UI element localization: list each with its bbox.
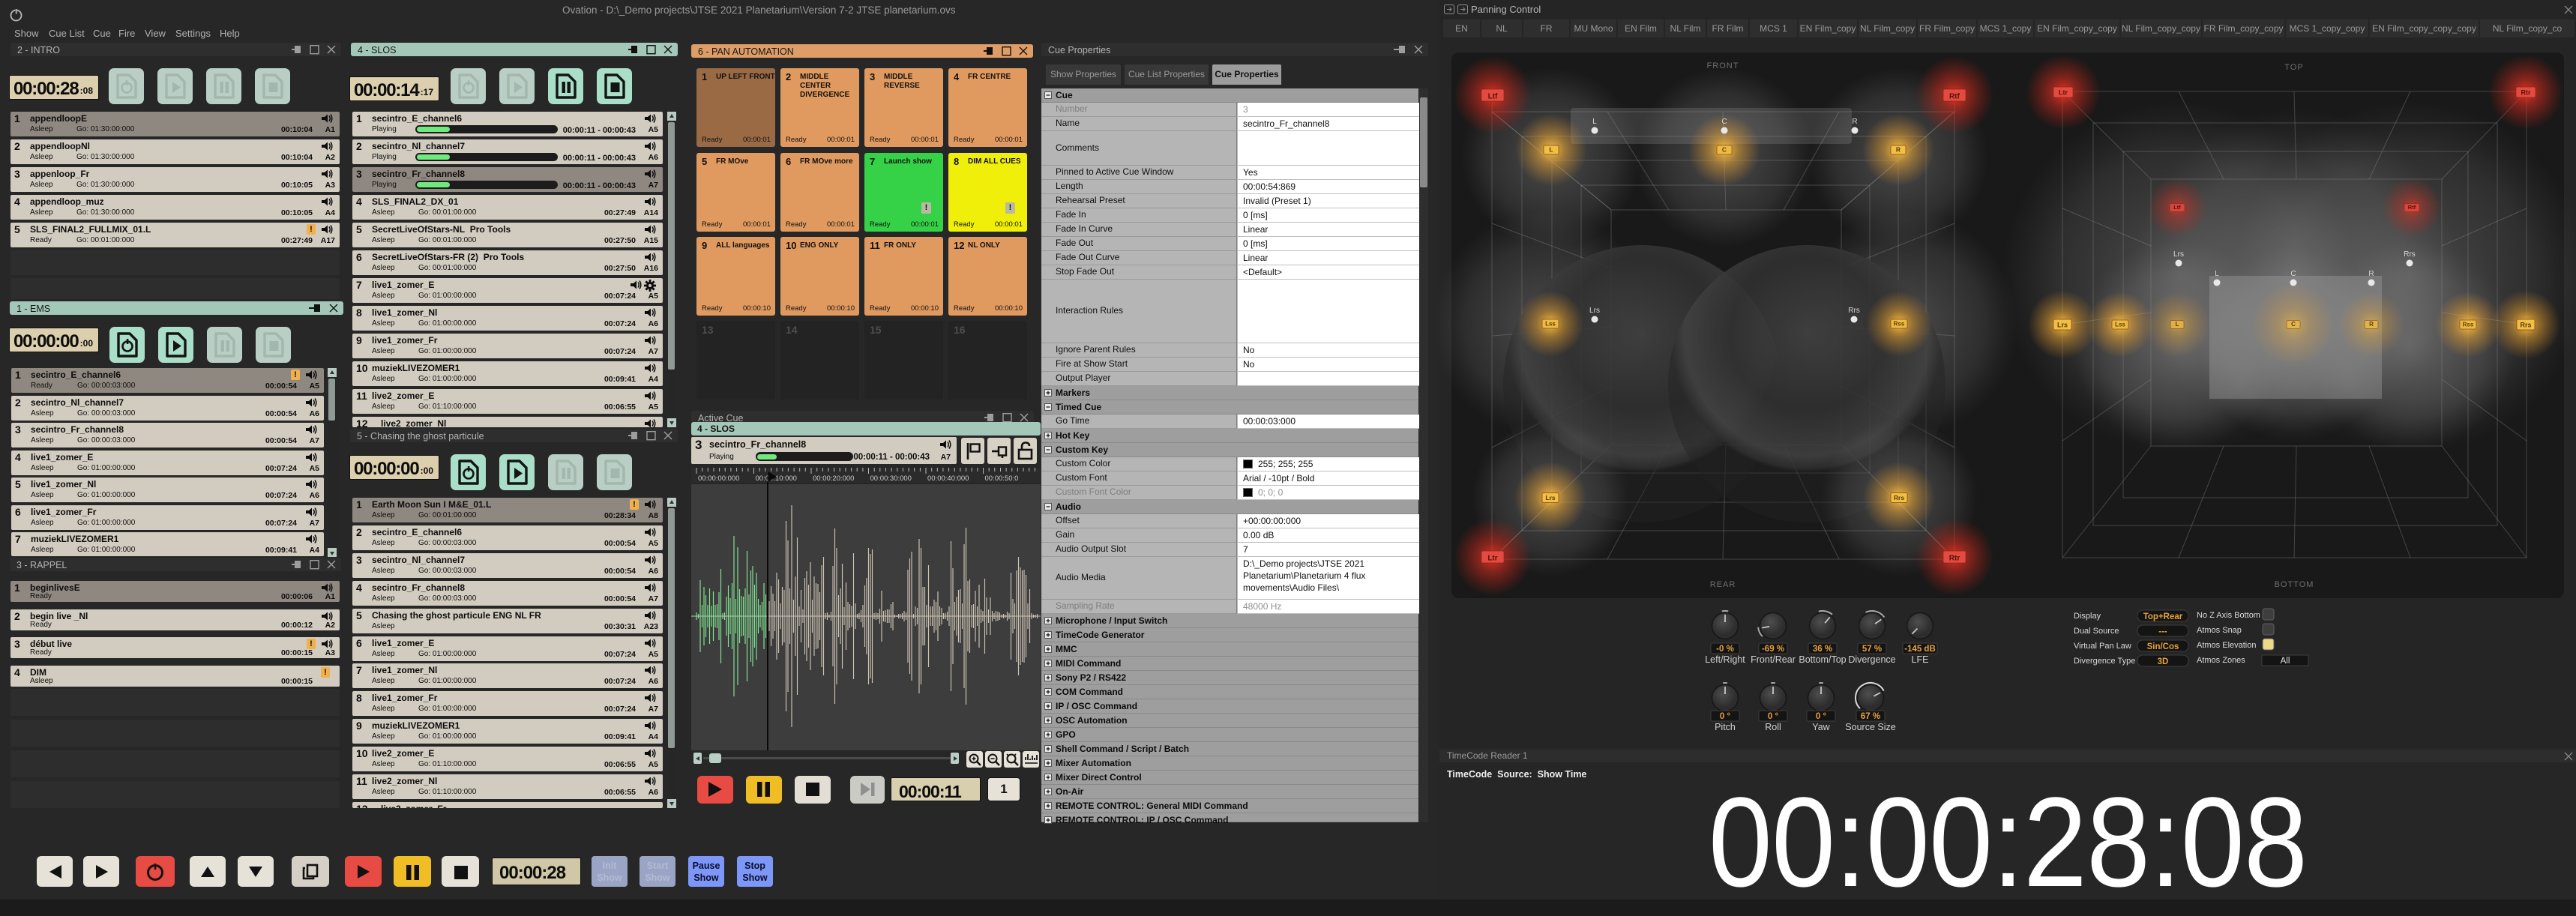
svg-text:Divergence: Divergence	[1848, 654, 1895, 665]
svg-text:R: R	[2369, 321, 2374, 328]
svg-text:Divergence Type: Divergence Type	[2074, 657, 2135, 666]
svg-text:C: C	[1721, 118, 1727, 126]
svg-text:---: ---	[2158, 627, 2167, 636]
svg-text:Atmos Zones: Atmos Zones	[2197, 656, 2245, 665]
svg-text:Yaw: Yaw	[1812, 722, 1830, 732]
svg-text:0 °: 0 °	[1768, 712, 1779, 721]
svg-text:L: L	[1549, 146, 1553, 154]
svg-text:Display: Display	[2074, 612, 2101, 621]
svg-text:Ltf: Ltf	[2173, 204, 2181, 211]
svg-text:TOP: TOP	[2284, 63, 2303, 72]
svg-text:36 %: 36 %	[1813, 645, 1832, 654]
svg-text:L: L	[2176, 321, 2179, 328]
svg-text:Left/Right: Left/Right	[1705, 654, 1745, 665]
svg-text:BOTTOM: BOTTOM	[2275, 580, 2314, 589]
svg-text:-69 %: -69 %	[1762, 645, 1784, 654]
svg-text:R: R	[2368, 270, 2374, 278]
svg-text:Lrs: Lrs	[2173, 250, 2184, 259]
svg-text:All: All	[2281, 657, 2290, 666]
svg-text:Source Size: Source Size	[1845, 722, 1895, 732]
svg-text:Lrs: Lrs	[2057, 322, 2068, 329]
svg-text:Atmos Elevation: Atmos Elevation	[2197, 641, 2256, 650]
svg-text:Virtual Pan Law: Virtual Pan Law	[2074, 642, 2131, 651]
svg-text:-0 %: -0 %	[1716, 645, 1734, 654]
svg-text:Front/Rear: Front/Rear	[1751, 654, 1796, 665]
svg-text:Pitch: Pitch	[1715, 722, 1736, 732]
svg-text:L: L	[2215, 270, 2219, 278]
svg-text:Rss: Rss	[2463, 322, 2474, 328]
svg-text:Lrs: Lrs	[1545, 494, 1556, 501]
svg-text:Lrs: Lrs	[1589, 307, 1600, 315]
svg-text:Sin/Cos: Sin/Cos	[2147, 642, 2179, 651]
svg-text:Top+Rear: Top+Rear	[2143, 612, 2183, 621]
svg-text:Rss: Rss	[1894, 321, 1905, 328]
svg-text:No Z Axis Bottom: No Z Axis Bottom	[2197, 611, 2260, 620]
svg-text:LFE: LFE	[1912, 654, 1929, 665]
svg-text:REAR: REAR	[1710, 580, 1736, 589]
svg-text:Rrs: Rrs	[2520, 322, 2531, 329]
svg-text:Rrs: Rrs	[1848, 307, 1860, 315]
svg-text:C: C	[2291, 321, 2296, 328]
svg-text:-145 dB: -145 dB	[1904, 645, 1936, 654]
svg-text:Rrs: Rrs	[1894, 494, 1904, 501]
svg-text:R: R	[1852, 118, 1857, 126]
svg-text:Atmos Snap: Atmos Snap	[2197, 626, 2242, 635]
svg-text:Lss: Lss	[2115, 322, 2125, 328]
svg-text:Ltr: Ltr	[1487, 555, 1497, 563]
svg-text:R: R	[1896, 146, 1901, 154]
svg-text:Rtr: Rtr	[2521, 89, 2531, 97]
svg-text:L: L	[1592, 118, 1597, 126]
svg-text:Bottom/Top: Bottom/Top	[1799, 654, 1846, 665]
svg-text:3D: 3D	[2158, 657, 2169, 666]
svg-text:C: C	[1722, 146, 1727, 154]
svg-text:67 %: 67 %	[1861, 712, 1880, 721]
svg-text:57 %: 57 %	[1862, 645, 1882, 654]
svg-text:Rrs: Rrs	[2404, 250, 2416, 259]
svg-text:Roll: Roll	[1765, 722, 1781, 732]
svg-text:Dual Source: Dual Source	[2074, 627, 2119, 636]
svg-text:Rtf: Rtf	[2408, 204, 2416, 211]
svg-text:0 °: 0 °	[1816, 712, 1827, 721]
svg-text:Ltr: Ltr	[2059, 89, 2068, 97]
svg-text:Rtf: Rtf	[1949, 93, 1960, 101]
svg-text:Lss: Lss	[1545, 321, 1556, 328]
svg-text:Rtr: Rtr	[1949, 555, 1960, 563]
svg-text:0 °: 0 °	[1720, 712, 1731, 721]
svg-text:C: C	[2290, 270, 2296, 278]
svg-text:Ltf: Ltf	[1488, 93, 1498, 101]
